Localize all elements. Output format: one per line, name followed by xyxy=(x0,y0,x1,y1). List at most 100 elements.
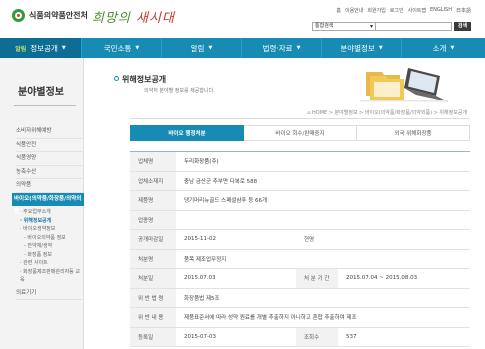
nav-label: 법령·자료 xyxy=(262,43,293,53)
sidebar-item[interactable]: 식품영양 xyxy=(16,152,84,166)
sidebar-sub-item[interactable]: · 주요업무소개 xyxy=(16,208,84,217)
chevron-down-icon: ▼ xyxy=(296,45,301,51)
table-row: 업체명 두리화장품(주) xyxy=(130,151,470,172)
row-value: 품목 제조업무정지 xyxy=(176,249,470,269)
site-logo[interactable]: 식품의약품안전처 xyxy=(12,9,88,22)
sidebar-submenu: · 주요업무소개 · 위해정보공개 · 바이오생약정보 - 바이오의약품 정보 … xyxy=(16,206,84,285)
row-value: 충남 금산군 추부면 다복로 588 xyxy=(176,171,470,191)
nav-label: 국민소통 xyxy=(103,43,132,53)
row-label: 현명 xyxy=(296,229,338,250)
slogan-part1: 희망의 xyxy=(92,11,131,26)
row-label: 처분명 xyxy=(130,249,176,269)
row-label: 공개마감일 xyxy=(130,229,176,250)
chevron-down-icon: ▼ xyxy=(61,45,66,51)
nav-label: 알림 xyxy=(190,43,205,53)
row-value: 화장품법 제5조 xyxy=(176,288,470,308)
row-label: 위 반 내 용 xyxy=(130,307,176,328)
util-link-sitemap[interactable]: 사이트맵 xyxy=(408,7,426,14)
nav-item-about[interactable]: 소개 ▼ xyxy=(402,38,485,58)
chevron-down-icon: ▼ xyxy=(450,45,455,51)
util-link-guide[interactable]: 이용안내 xyxy=(345,7,363,14)
title-bullet-icon xyxy=(114,76,119,81)
detail-table: 업체명 두리화장품(주) 업체소재지 충남 금산군 추부면 다복로 588 제품… xyxy=(130,151,470,347)
nav-label: 정보공개 xyxy=(30,43,58,53)
breadcrumb[interactable]: ⌂ HOME > 분야별정보 > 바이오(의약품/화장품/의약외품) > 위해정… xyxy=(307,109,467,116)
chevron-down-icon: ▼ xyxy=(378,45,383,51)
util-link-login[interactable]: 로그인 xyxy=(390,7,404,14)
left-sidebar: 분야별정보 소비자위해예방 식품안전 식품영양 농축수산 의약품 바이오(의약품… xyxy=(0,58,84,349)
folders-laptop-illustration-icon xyxy=(360,68,448,102)
table-row: 처분일 2015.07.03 처 분 기 간 2015.07.04 ~ 2015… xyxy=(130,268,470,289)
divider xyxy=(130,118,470,119)
sidebar-item[interactable]: 소비자위해예방 xyxy=(16,125,84,139)
chevron-down-icon: ▼ xyxy=(135,45,140,51)
nav-badge: 알림 xyxy=(15,45,27,53)
util-link-join[interactable]: 회원가입 xyxy=(367,7,385,14)
tab-bio-recall[interactable]: 바이오 회수/판매중지 xyxy=(244,125,357,141)
nav-item-field-info[interactable]: 분야별정보 ▼ xyxy=(322,38,402,58)
divider xyxy=(14,105,76,106)
sidebar-item[interactable]: 의료기기 xyxy=(16,287,84,300)
table-row: 제품명 댕기머리뉴골드 스페셜샴푸 등 66개 xyxy=(130,190,470,211)
row-value: 댕기머리뉴골드 스페셜샴푸 등 66개 xyxy=(176,190,470,211)
tab-bio-admin-action[interactable]: 바이오 행정처분 xyxy=(130,125,244,141)
sidebar-sub-item[interactable]: · 화장품제조판매관리자등 교육 xyxy=(16,268,84,285)
util-link-home[interactable]: 홈 xyxy=(336,7,341,14)
row-label: 제품명 xyxy=(130,190,176,211)
utility-links: 홈 이용안내 회원가입 로그인 사이트맵 ENGLISH 日本語 xyxy=(336,7,471,14)
sidebar-sub2-item[interactable]: - 한약재/생약 xyxy=(16,242,84,251)
search-bar: 통합검색 검색 xyxy=(312,22,471,31)
main-nav: 알림 정보공개 ▼ 국민소통 ▼ 알림 ▼ 법령·자료 ▼ 분야별정보 ▼ 소개… xyxy=(0,38,485,58)
main-content: 위해정보공개 의약처 분야별 정보를 제공합니다. ⌂ HOME > 분야별정보… xyxy=(84,58,485,349)
sidebar-sub-item[interactable]: · 바이오생약정보 xyxy=(16,225,84,234)
table-row: 공개마감일 2015-11-02 현명 xyxy=(130,229,470,250)
sidebar-menu: 소비자위해예방 식품안전 식품영양 농축수산 의약품 바이오(의약품/화장품/의… xyxy=(12,125,84,300)
nav-label: 소개 xyxy=(432,43,447,53)
row-label: 조회수 xyxy=(296,327,338,347)
row-value: 2015.07.03 xyxy=(176,268,296,289)
sidebar-sub-item[interactable]: · 관련 사이트 xyxy=(16,259,84,268)
table-row: 처분명 품목 제조업무정지 xyxy=(130,249,470,269)
table-row: 업종명 xyxy=(130,210,470,230)
row-value xyxy=(338,229,470,250)
row-value xyxy=(176,210,470,230)
table-row: 업체소재지 충남 금산군 추부면 다복로 588 xyxy=(130,171,470,191)
row-label: 업체소재지 xyxy=(130,171,176,191)
page-title: 위해정보공개 xyxy=(122,75,167,84)
sidebar-sub2-item[interactable]: - 바이오의약품 정보 xyxy=(16,234,84,243)
sidebar-item[interactable]: 농축수산 xyxy=(16,166,84,179)
slogan-part2: 새시대 xyxy=(136,11,175,26)
table-row: 위 반 내 용 제품표준서에 따라 성약 원료를 개별 추출하지 아니하고 혼합… xyxy=(130,307,470,328)
search-button[interactable]: 검색 xyxy=(454,22,471,31)
search-scope-select[interactable]: 통합검색 xyxy=(312,22,376,31)
row-label: 처 분 기 간 xyxy=(296,268,338,289)
row-value: 제품표준서에 따라 성약 원료를 개별 추출하지 아니하고 혼합 추출하여 제조 xyxy=(176,307,470,328)
nav-item-law[interactable]: 법령·자료 ▼ xyxy=(242,38,322,58)
logo-icon xyxy=(12,9,25,22)
nav-item-communication[interactable]: 국민소통 ▼ xyxy=(82,38,162,58)
row-label: 업종명 xyxy=(130,210,176,230)
slogan: 희망의 새시대 xyxy=(92,7,175,26)
page-description: 의약처 분야별 정보를 제공합니다. xyxy=(144,88,215,94)
util-link-japanese[interactable]: 日本語 xyxy=(456,7,471,14)
sidebar-item-bio-active[interactable]: 바이오(의약품/화장품/의약외품) xyxy=(12,192,84,215)
nav-item-info[interactable]: 알림 정보공개 ▼ xyxy=(0,38,82,58)
sidebar-item[interactable]: 의약품 xyxy=(16,179,84,193)
row-label: 처분일 xyxy=(130,268,176,289)
sidebar-sub-item-selected[interactable]: · 위해정보공개 xyxy=(16,217,84,226)
table-row: 위 반 법 령 화장품법 제5조 xyxy=(130,288,470,308)
table-row: 등록일 2015-07-03 조회수 537 xyxy=(130,327,470,347)
sidebar-sub2-item[interactable]: - 화장품 정보 xyxy=(16,251,84,260)
row-value: 2015-07-03 xyxy=(176,327,296,347)
util-link-english[interactable]: ENGLISH xyxy=(430,7,452,14)
search-input[interactable] xyxy=(376,22,452,31)
row-value: 두리화장품(주) xyxy=(176,151,470,172)
tab-foreign-cosmetics[interactable]: 외국 위해화장품 xyxy=(357,125,470,141)
row-value: 2015-11-02 xyxy=(176,229,296,250)
nav-label: 분야별정보 xyxy=(340,43,375,53)
sidebar-item[interactable]: 식품안전 xyxy=(16,139,84,152)
row-value: 537 xyxy=(338,327,470,347)
nav-item-notice[interactable]: 알림 ▼ xyxy=(162,38,242,58)
logo-text: 식품의약품안전처 xyxy=(29,11,88,20)
row-label: 등록일 xyxy=(130,327,176,347)
